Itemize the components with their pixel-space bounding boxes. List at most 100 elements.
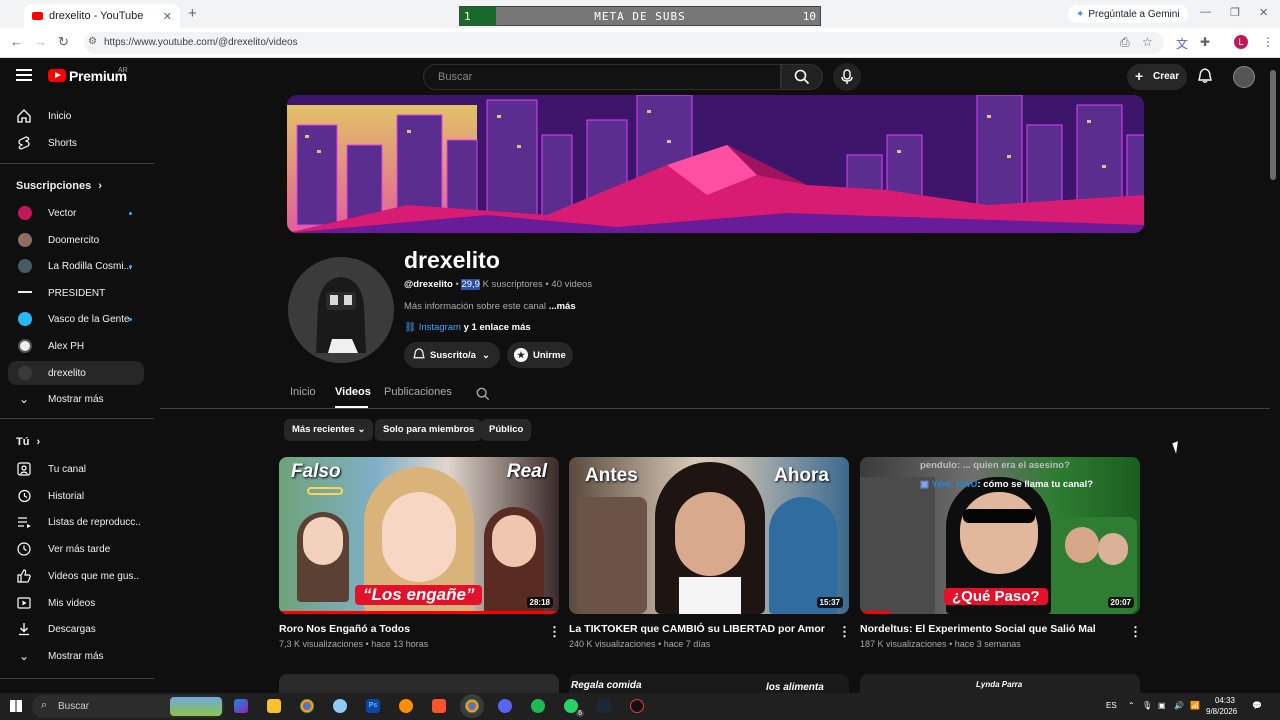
spotify-icon[interactable]: [531, 699, 545, 713]
extensions-icon[interactable]: ✚: [1200, 35, 1210, 49]
sidebar-sub-vasco[interactable]: Vasco de la Gente: [8, 307, 144, 331]
ask-gemini-button[interactable]: ✦ Pregúntale a Gemini: [1068, 5, 1188, 23]
sidebar-item-shorts[interactable]: Shorts: [8, 131, 144, 155]
sidebar-sub-president[interactable]: PRESIDENT: [8, 281, 144, 305]
channel-links[interactable]: ⛓ Instagram y 1 enlace más: [404, 322, 531, 333]
close-tab-icon[interactable]: ✕: [163, 10, 172, 23]
bookmark-star-icon[interactable]: ☆: [1142, 35, 1153, 49]
video-thumbnail-next[interactable]: Regala comida los alimenta: [569, 674, 849, 694]
site-info-icon[interactable]: ⚙: [88, 36, 97, 47]
chip-public[interactable]: Público: [481, 419, 532, 441]
restore-window-button[interactable]: ❐: [1230, 6, 1240, 19]
chip-members-only[interactable]: Solo para miembros: [375, 419, 483, 441]
sidebar-item-history[interactable]: Historial: [8, 484, 144, 508]
url-field[interactable]: ⚙ https://www.youtube.com/@drexelito/vid…: [84, 32, 1164, 54]
sidebar-sub-doomercito[interactable]: Doomercito: [8, 228, 144, 252]
video-options-icon[interactable]: ⋮: [548, 624, 561, 640]
join-button[interactable]: ★ Unirme: [507, 342, 573, 368]
discord-icon[interactable]: [498, 699, 512, 713]
chrome-active-icon[interactable]: [465, 699, 479, 713]
photoshop-icon[interactable]: Ps: [366, 699, 380, 713]
reload-button[interactable]: ↻: [58, 34, 69, 50]
page-scrollbar[interactable]: [1270, 70, 1276, 180]
search-button[interactable]: [781, 64, 823, 90]
new-tab-button[interactable]: +: [188, 5, 197, 22]
description-more-link[interactable]: ...más: [549, 301, 576, 312]
sidebar-sub-la-rodilla[interactable]: La Rodilla Cosmi...: [8, 254, 144, 278]
sidebar-sub-alex-ph[interactable]: Alex PH: [8, 334, 144, 358]
sidebar-sub-vector[interactable]: Vector: [8, 201, 144, 225]
video-options-icon[interactable]: ⋮: [1129, 624, 1142, 640]
install-app-icon[interactable]: ⎙: [1120, 35, 1130, 50]
notifications-icon[interactable]: 💬: [1252, 701, 1262, 710]
channel-description[interactable]: Más información sobre este canal ...más: [404, 301, 576, 312]
browser-profile-avatar[interactable]: L: [1234, 35, 1248, 49]
app-icon[interactable]: [399, 699, 413, 713]
instagram-link[interactable]: Instagram: [419, 322, 461, 333]
create-button[interactable]: + Crear: [1127, 64, 1187, 90]
clock-time[interactable]: 04:33: [1212, 696, 1238, 705]
voice-search-button[interactable]: [833, 63, 861, 91]
you-heading[interactable]: Tú ›: [16, 436, 40, 448]
file-explorer-icon[interactable]: [267, 699, 281, 713]
minimize-window-button[interactable]: —: [1200, 6, 1211, 18]
back-button[interactable]: ←: [10, 34, 23, 49]
windows-start-icon[interactable]: [10, 700, 22, 712]
tab-posts[interactable]: Publicaciones: [384, 386, 452, 398]
sidebar-show-more-subs[interactable]: ⌄ Mostrar más: [8, 387, 144, 411]
sidebar-item-label: Mis videos: [48, 597, 96, 609]
clock-date[interactable]: 9/8/2026: [1206, 707, 1237, 716]
microphone-tray-icon[interactable]: 🎙: [1142, 701, 1152, 710]
taskbar-search[interactable]: ⌕ Buscar: [32, 695, 224, 718]
app-icon[interactable]: [333, 699, 347, 713]
chrome-icon[interactable]: [300, 699, 314, 713]
tab-home[interactable]: Inicio: [290, 386, 316, 398]
sidebar-item-home[interactable]: Inicio: [8, 104, 144, 128]
menu-icon[interactable]: [16, 69, 32, 81]
chip-latest[interactable]: Más recientes ⌄: [284, 419, 374, 441]
video-options-icon[interactable]: ⋮: [838, 624, 851, 640]
sidebar-item-your-channel[interactable]: Tu canal: [8, 457, 144, 481]
sidebar-item-my-videos[interactable]: Mis videos: [8, 591, 144, 615]
steam-icon[interactable]: [597, 699, 611, 713]
video-thumbnail[interactable]: pendulo: ... quien era el asesino? ▣ Yen…: [860, 457, 1140, 614]
video-thumbnail-next[interactable]: [279, 674, 559, 694]
sidebar-item-liked-videos[interactable]: Videos que me gus...: [8, 564, 144, 588]
whatsapp-icon[interactable]: 6: [564, 699, 584, 717]
sidebar-item-downloads[interactable]: Descargas: [8, 617, 144, 641]
channel-search-icon[interactable]: [476, 387, 490, 401]
video-thumbnail-next[interactable]: Lynda Parra: [860, 674, 1140, 694]
video-title[interactable]: Nordeltus: El Experimento Social que Sal…: [860, 623, 1096, 635]
notifications-bell-icon[interactable]: [1198, 68, 1212, 84]
browser-tab[interactable]: drexelito - YouTube ✕: [24, 4, 180, 28]
copilot-app-icon[interactable]: [234, 699, 248, 713]
tab-videos[interactable]: Videos: [335, 386, 371, 398]
translate-extension-icon[interactable]: 文: [1176, 35, 1188, 52]
forward-button[interactable]: →: [34, 34, 47, 49]
video-thumbnail[interactable]: Antes Ahora 15:37: [569, 457, 849, 614]
browser-menu-icon[interactable]: ⋮: [1262, 35, 1274, 49]
sidebar-item-watch-later[interactable]: Ver más tarde: [8, 537, 144, 561]
display-tray-icon[interactable]: ▣: [1158, 701, 1166, 710]
network-icon[interactable]: 📶: [1190, 701, 1200, 710]
subscribed-button[interactable]: Suscrito/a ⌄: [404, 342, 500, 368]
tray-chevron-up-icon[interactable]: ⌃: [1128, 701, 1135, 710]
subscriptions-heading[interactable]: Suscripciones ›: [16, 180, 102, 192]
language-indicator[interactable]: ES: [1106, 701, 1117, 710]
obs-icon[interactable]: [630, 699, 644, 713]
youtube-logo-icon[interactable]: [48, 69, 66, 82]
channel-avatar-large[interactable]: [288, 257, 394, 363]
brave-icon[interactable]: [432, 699, 446, 713]
video-thumbnail[interactable]: Falso Real “Los engañe” 28:18: [279, 457, 559, 614]
more-links[interactable]: y 1 enlace más: [464, 322, 531, 333]
sidebar-sub-drexelito[interactable]: drexelito: [8, 361, 144, 385]
sidebar-show-more-you[interactable]: ⌄ Mostrar más: [8, 644, 144, 668]
video-title[interactable]: Roro Nos Engañó a Todos: [279, 623, 410, 635]
shorts-icon: [18, 136, 30, 150]
close-window-button[interactable]: ✕: [1259, 6, 1268, 19]
video-title[interactable]: La TIKTOKER que CAMBIÓ su LIBERTAD por A…: [569, 623, 825, 635]
volume-icon[interactable]: 🔊: [1174, 701, 1184, 710]
account-avatar[interactable]: [1233, 66, 1255, 88]
search-input[interactable]: Buscar: [423, 64, 781, 90]
sidebar-item-playlists[interactable]: Listas de reproducc...: [8, 510, 144, 534]
